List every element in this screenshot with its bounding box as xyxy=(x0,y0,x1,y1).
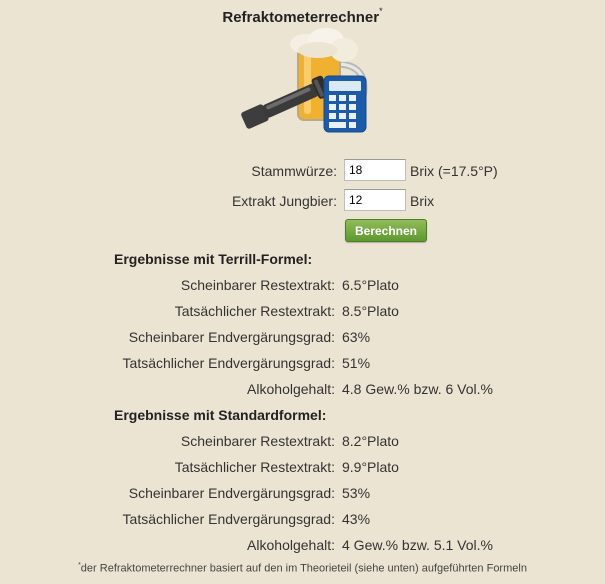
stammwuerze-unit: Brix (=17.5°P) xyxy=(410,163,498,179)
terrill-scheinbarer-endvergaerungsgrad-label: Scheinbarer Endvergärungsgrad: xyxy=(128,329,335,345)
terrill-alkoholgehalt-label: Alkoholgehalt: xyxy=(247,381,335,397)
standard-scheinbarer-endvergaerungsgrad-label: Scheinbarer Endvergärungsgrad: xyxy=(128,485,335,501)
extrakt-jungbier-unit: Brix xyxy=(410,193,435,209)
standard-scheinbarer-restextrakt-value: 8.2°Plato xyxy=(342,433,399,449)
standard-tatsaechlicher-endvergaerungsgrad-value: 43% xyxy=(342,511,371,527)
terrill-scheinbarer-restextrakt-label: Scheinbarer Restextrakt: xyxy=(180,277,335,293)
standard-alkoholgehalt-label: Alkoholgehalt: xyxy=(247,537,335,553)
standard-scheinbarer-endvergaerungsgrad-value: 53% xyxy=(342,485,371,501)
terrill-results-heading: Ergebnisse mit Terrill-Formel: xyxy=(114,251,313,267)
standard-alkoholgehalt-value: 4 Gew.% bzw. 5.1 Vol.% xyxy=(342,537,493,553)
extrakt-jungbier-label: Extrakt Jungbier: xyxy=(231,193,337,209)
extrakt-jungbier-input[interactable] xyxy=(344,189,406,211)
terrill-tatsaechlicher-endvergaerungsgrad-value: 51% xyxy=(342,355,371,371)
page-title: Refraktometerrechner* xyxy=(0,6,605,26)
standard-scheinbarer-restextrakt-label: Scheinbarer Restextrakt: xyxy=(180,433,335,449)
terrill-tatsaechlicher-restextrakt-value: 8.5°Plato xyxy=(342,303,399,319)
standard-results-heading: Ergebnisse mit Standardformel: xyxy=(114,407,327,423)
terrill-tatsaechlicher-restextrakt-label: Tatsächlicher Restextrakt: xyxy=(174,303,335,319)
stammwuerze-row: Stammwürze: Brix (=17.5°P) xyxy=(0,159,605,183)
calculator-icon xyxy=(323,75,367,133)
terrill-scheinbarer-endvergaerungsgrad-value: 63% xyxy=(342,329,371,345)
terrill-alkoholgehalt-value: 4.8 Gew.% bzw. 6 Vol.% xyxy=(342,381,493,397)
terrill-scheinbarer-restextrakt-value: 6.5°Plato xyxy=(342,277,399,293)
extrakt-jungbier-row: Extrakt Jungbier: Brix xyxy=(0,189,605,213)
stammwuerze-input[interactable] xyxy=(344,159,406,181)
footnote-text: der Refraktometerrechner basiert auf den… xyxy=(80,562,527,575)
berechnen-button[interactable]: Berechnen xyxy=(345,219,427,242)
title-text: Refraktometerrechner xyxy=(222,9,380,26)
title-footnote-marker: * xyxy=(379,6,383,16)
standard-tatsaechlicher-restextrakt-label: Tatsächlicher Restextrakt: xyxy=(174,459,335,475)
footnote: *der Refraktometerrechner basiert auf de… xyxy=(0,562,605,575)
standard-tatsaechlicher-endvergaerungsgrad-label: Tatsächlicher Endvergärungsgrad: xyxy=(122,511,335,527)
terrill-tatsaechlicher-endvergaerungsgrad-label: Tatsächlicher Endvergärungsgrad: xyxy=(122,355,335,371)
stammwuerze-label: Stammwürze: xyxy=(251,163,337,179)
standard-tatsaechlicher-restextrakt-value: 9.9°Plato xyxy=(342,459,399,475)
refractometer-calculator-illustration xyxy=(241,28,368,133)
